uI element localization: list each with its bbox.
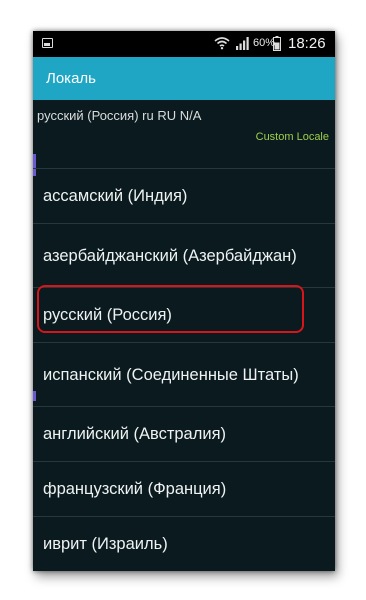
locale-item-french[interactable]: французский (Франция) bbox=[33, 462, 335, 517]
locale-item-spanish-us[interactable]: испанский (Соединенные Штаты) bbox=[33, 343, 335, 407]
list-item-label: английский (Австралия) bbox=[43, 425, 227, 443]
signal-icon bbox=[236, 37, 249, 50]
custom-locale-button[interactable]: Custom Locale bbox=[256, 131, 329, 143]
locale-item-english-au[interactable]: английский (Австралия) bbox=[33, 407, 335, 462]
list-item-label: испанский (Соединенные Штаты) bbox=[43, 365, 299, 384]
battery-icon bbox=[273, 36, 281, 51]
list-item-label: французский (Франция) bbox=[43, 480, 227, 498]
locale-item-hebrew[interactable]: иврит (Израиль) bbox=[33, 517, 335, 571]
list-item-label: иврит (Израиль) bbox=[43, 535, 168, 553]
page-title: Локаль bbox=[46, 70, 96, 87]
phone-screen: 60% 18:26 Локаль русский (Россия) ru RU … bbox=[33, 31, 335, 571]
list-item-label: азербайджанский (Азербайджан) bbox=[43, 246, 297, 265]
current-locale-info: русский (Россия) ru RU N/A bbox=[37, 108, 202, 123]
app-bar: Локаль bbox=[33, 57, 335, 100]
scroll-indicator-secondary bbox=[33, 391, 36, 401]
locale-item-assamese[interactable]: ассамский (Индия) bbox=[33, 169, 335, 224]
screenshot-icon bbox=[42, 38, 53, 48]
battery-percentage: 60% bbox=[253, 37, 276, 49]
highlight-box bbox=[37, 285, 304, 333]
status-bar: 60% 18:26 bbox=[33, 31, 335, 57]
list-item-label: ассамский (Индия) bbox=[43, 187, 188, 205]
locale-list: ассамский (Индия) азербайджанский (Азерб… bbox=[33, 169, 335, 571]
locale-item-azerbaijani[interactable]: азербайджанский (Азербайджан) bbox=[33, 224, 335, 288]
wifi-icon bbox=[214, 37, 230, 50]
clock: 18:26 bbox=[288, 35, 326, 52]
